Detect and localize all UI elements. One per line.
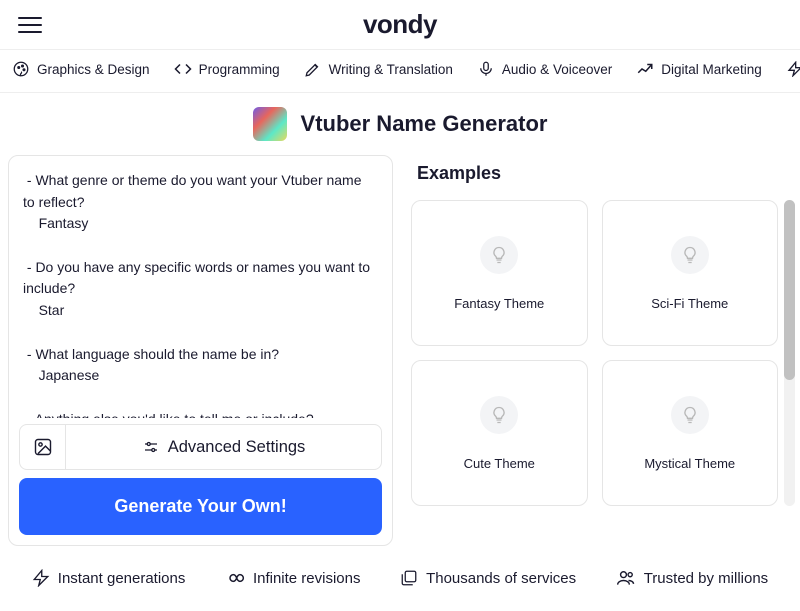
palette-icon — [12, 60, 30, 78]
advanced-settings-label: Advanced Settings — [168, 438, 306, 457]
feature-services: Thousands of services — [400, 569, 576, 587]
infinity-icon — [225, 568, 245, 588]
sliders-icon — [142, 438, 160, 456]
feature-label: Infinite revisions — [253, 570, 361, 587]
feature-infinite: Infinite revisions — [225, 568, 361, 588]
pen-icon — [304, 60, 322, 78]
feature-trusted: Trusted by millions — [616, 568, 768, 588]
lightbulb-icon — [480, 396, 518, 434]
feature-label: Thousands of services — [426, 570, 576, 587]
page-title-row: Vtuber Name Generator — [0, 93, 800, 155]
generate-button-label: Generate Your Own! — [114, 496, 286, 516]
header: vondy — [0, 0, 800, 50]
example-card-cute[interactable]: Cute Theme — [411, 360, 588, 506]
examples-panel: Examples Fantasy Theme Sci-Fi Theme — [411, 155, 795, 546]
example-card-scifi[interactable]: Sci-Fi Theme — [602, 200, 779, 346]
generate-button[interactable]: Generate Your Own! — [19, 478, 382, 535]
category-label: Digital Marketing — [661, 62, 762, 77]
code-icon — [174, 60, 192, 78]
example-label: Cute Theme — [464, 456, 535, 471]
category-lifestyle[interactable]: Lifestyle — [786, 60, 800, 78]
category-label: Audio & Voiceover — [502, 62, 612, 77]
bolt-icon — [786, 60, 800, 78]
page-title: Vtuber Name Generator — [301, 111, 548, 137]
lightbulb-icon — [671, 396, 709, 434]
feature-label: Trusted by millions — [644, 570, 768, 587]
examples-scrollbar[interactable] — [784, 200, 795, 506]
example-label: Mystical Theme — [644, 456, 735, 471]
category-digital-marketing[interactable]: Digital Marketing — [636, 60, 762, 78]
examples-heading: Examples — [417, 163, 795, 184]
category-graphics-design[interactable]: Graphics & Design — [12, 60, 150, 78]
scrollbar-thumb[interactable] — [784, 200, 795, 380]
lightbulb-icon — [671, 236, 709, 274]
users-icon — [616, 568, 636, 588]
bolt-icon — [32, 569, 50, 587]
category-label: Writing & Translation — [329, 62, 453, 77]
tool-icon — [253, 107, 287, 141]
category-programming[interactable]: Programming — [174, 60, 280, 78]
example-label: Fantasy Theme — [454, 296, 544, 311]
feature-instant: Instant generations — [32, 569, 186, 587]
category-nav: Graphics & Design Programming Writing & … — [0, 50, 800, 93]
chart-icon — [636, 60, 654, 78]
mic-icon — [477, 60, 495, 78]
stack-icon — [400, 569, 418, 587]
category-label: Programming — [199, 62, 280, 77]
prompt-textarea[interactable] — [19, 166, 382, 418]
category-audio-voiceover[interactable]: Audio & Voiceover — [477, 60, 612, 78]
feature-label: Instant generations — [58, 570, 186, 587]
brand-logo[interactable]: vondy — [18, 9, 782, 40]
input-panel: Advanced Settings Generate Your Own! — [8, 155, 393, 546]
attach-image-button[interactable] — [20, 425, 66, 469]
footer-features: Instant generations Infinite revisions T… — [0, 568, 800, 588]
category-writing-translation[interactable]: Writing & Translation — [304, 60, 453, 78]
image-icon — [33, 437, 53, 457]
example-label: Sci-Fi Theme — [651, 296, 728, 311]
lightbulb-icon — [480, 236, 518, 274]
category-label: Graphics & Design — [37, 62, 150, 77]
example-card-mystical[interactable]: Mystical Theme — [602, 360, 779, 506]
advanced-settings-button[interactable]: Advanced Settings — [66, 425, 381, 469]
example-card-fantasy[interactable]: Fantasy Theme — [411, 200, 588, 346]
